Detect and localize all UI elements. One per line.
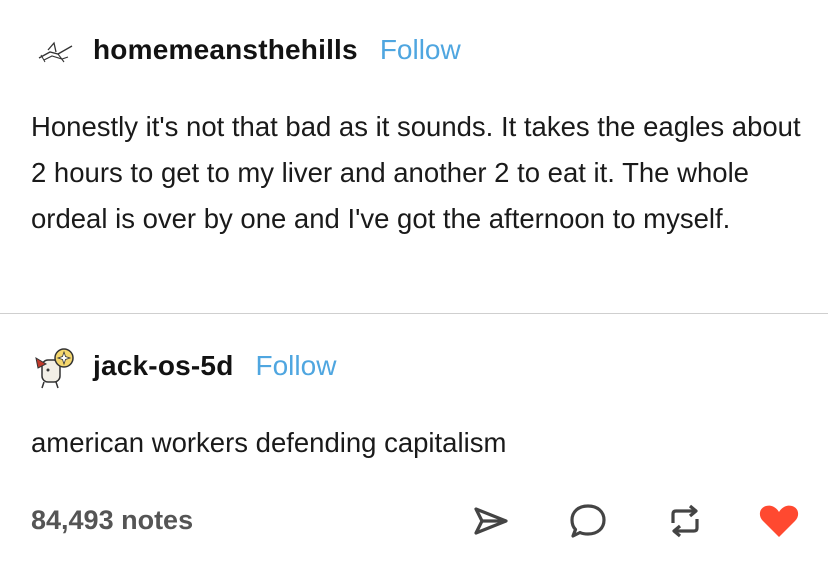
post-header: jack-os-5d Follow [93,350,336,382]
share-icon [474,507,508,535]
reply-button[interactable] [564,495,612,547]
follow-button[interactable]: Follow [256,350,337,382]
like-button[interactable] [755,495,803,547]
post-2: jack-os-5d Follow american workers defen… [0,314,828,494]
share-button[interactable] [466,495,514,547]
username[interactable]: homemeansthehills [93,34,358,66]
post-text: Honestly it's not that bad as it sounds.… [31,111,801,234]
follow-button[interactable]: Follow [380,34,461,66]
heart-icon [759,505,799,537]
post-footer: 84,493 notes [0,495,828,555]
notes-count[interactable]: 84,493 notes [31,505,193,536]
post-1: homemeansthehills Follow Honestly it's n… [0,0,828,313]
username[interactable]: jack-os-5d [93,350,234,382]
post-header: homemeansthehills Follow [93,34,461,66]
post-text: american workers defending capitalism [31,427,507,458]
reply-icon [570,504,606,538]
avatar[interactable] [30,344,78,392]
avatar[interactable] [36,38,76,68]
reblog-icon [671,504,699,538]
reblog-button[interactable] [661,495,709,547]
character-avatar-icon [35,348,74,389]
sketch-avatar-icon [38,41,73,63]
